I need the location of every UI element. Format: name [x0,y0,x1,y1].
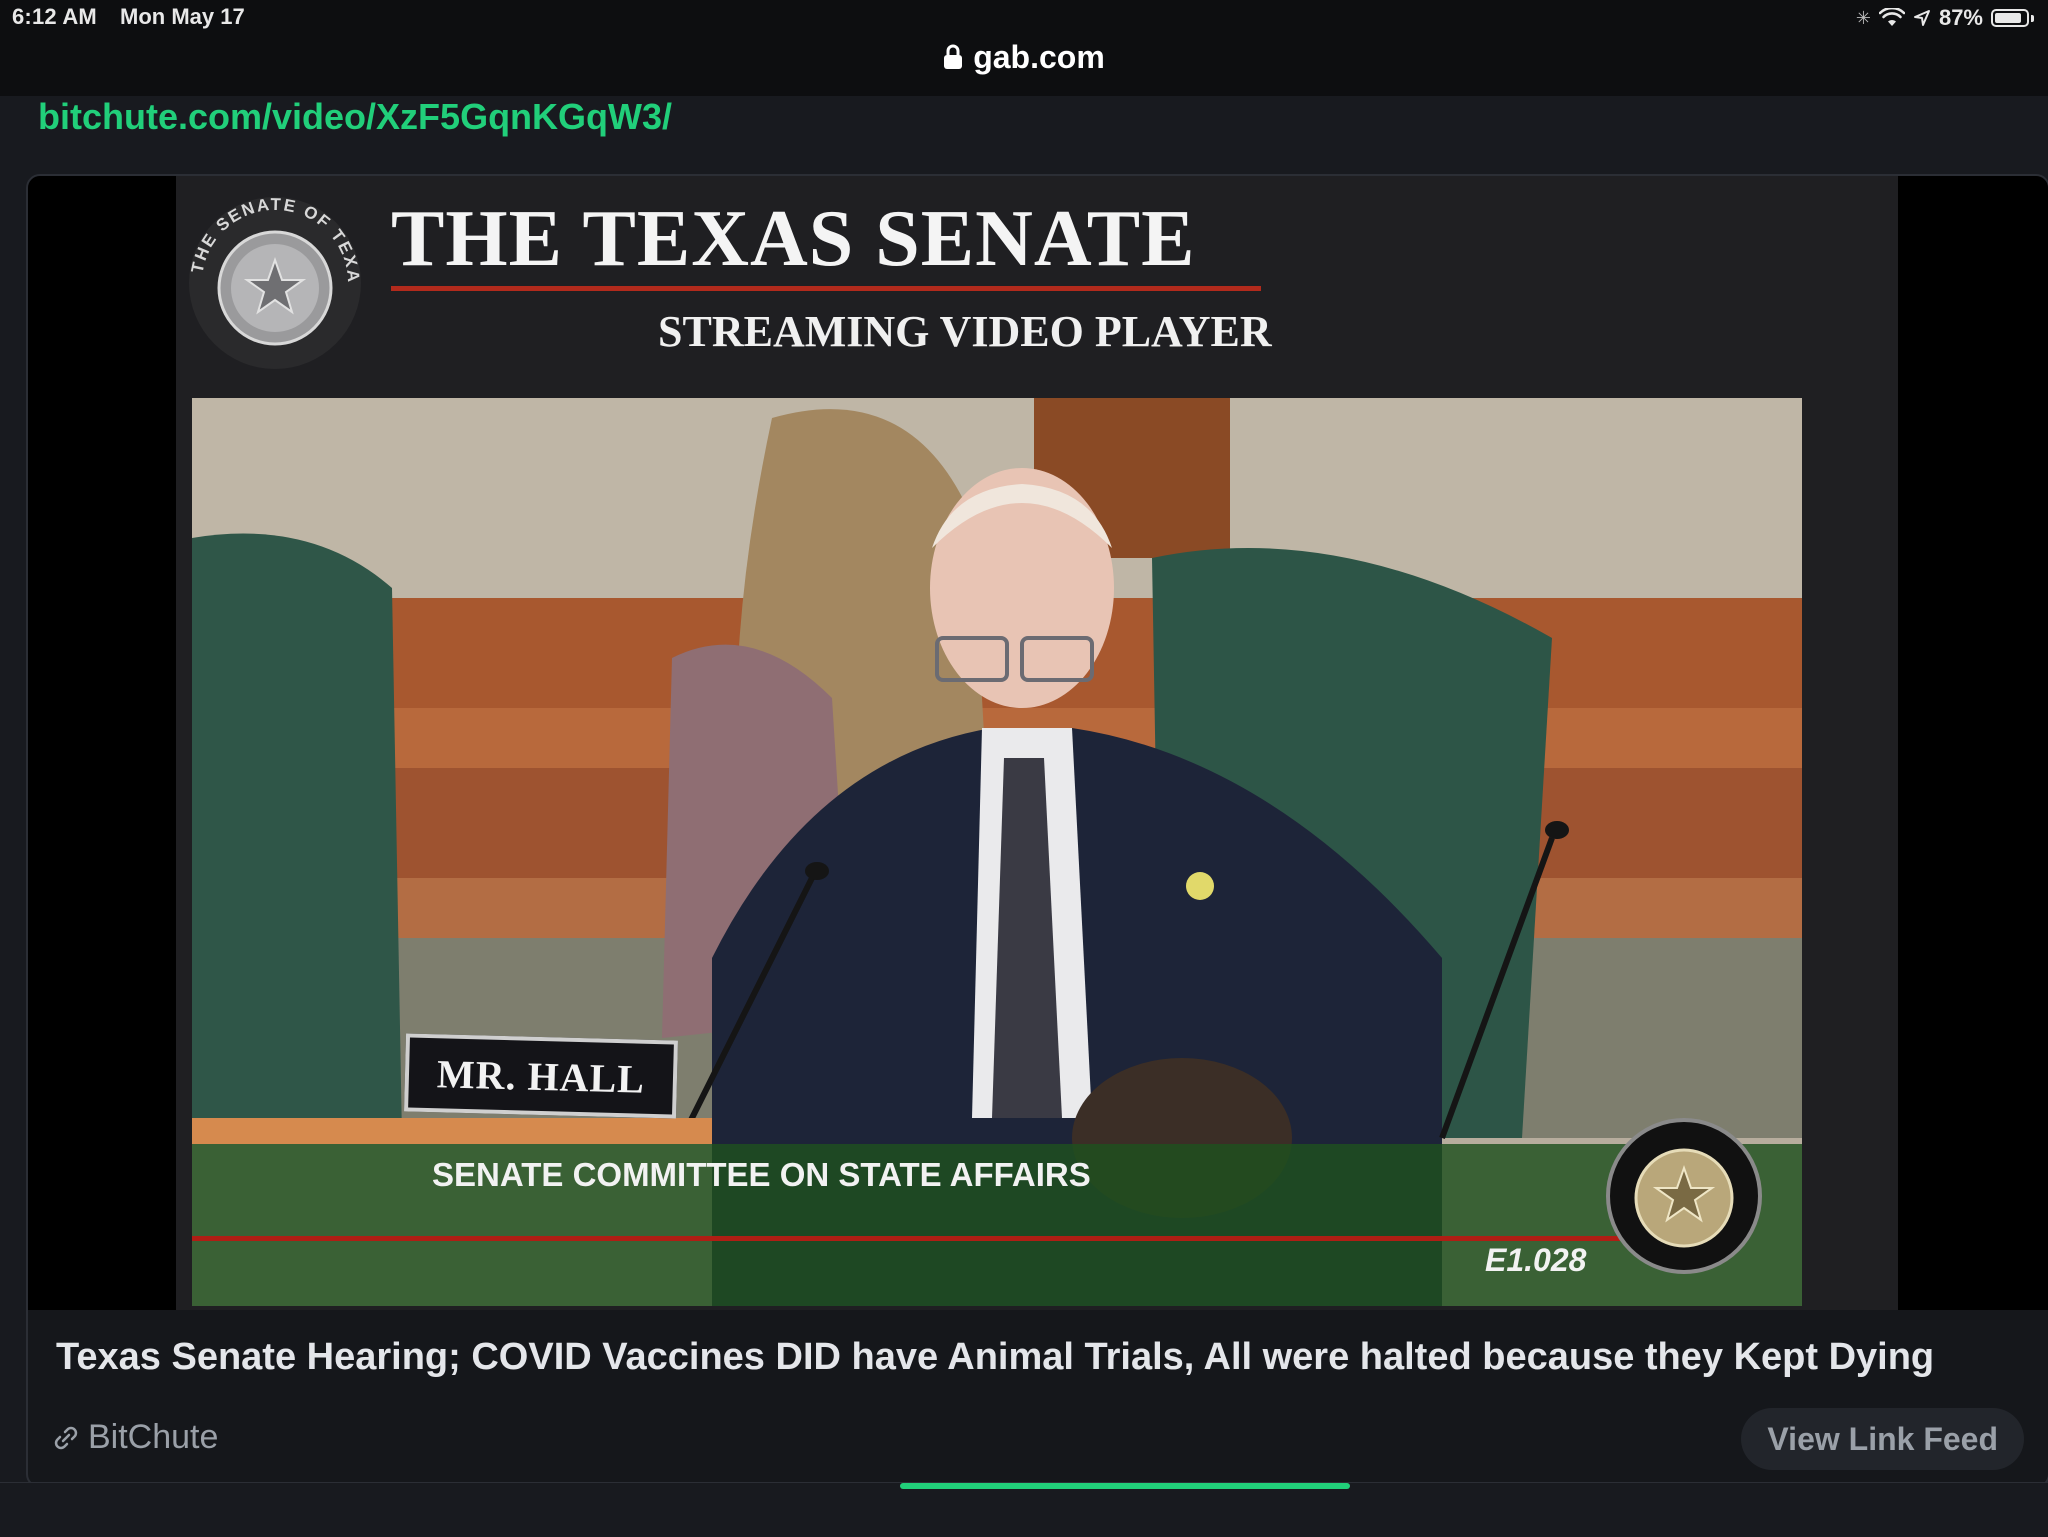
battery-icon [1991,9,2029,27]
video-header-underline [391,286,1261,291]
status-time: 6:12 AM [12,4,97,29]
wifi-icon [1878,8,1905,26]
video-scene: MR. HALL SENATE COMMITTEE ON STATE AFFAI… [192,398,1802,1306]
lower-third-text: SENATE COMMITTEE ON STATE AFFAIRS [432,1156,1091,1193]
video-header-title: THE TEXAS SENATE [391,195,1196,283]
browser-chrome: 6:12 AM Mon May 17 ✳ 87% gab.com [0,0,2048,96]
link-preview-card[interactable]: THE SENATE OF TEXAS THE TEXAS SENATE STR… [26,174,2048,1488]
video-lower-third: SENATE COMMITTEE ON STATE AFFAIRS E1.028 [192,1118,1802,1306]
view-link-feed-button[interactable]: View Link Feed [1741,1408,2024,1470]
location-arrow-icon [1913,10,1930,26]
video-thumbnail[interactable]: THE SENATE OF TEXAS THE TEXAS SENATE STR… [28,176,2048,1310]
lock-icon [944,44,963,69]
link-icon [54,1426,78,1449]
url-text: gab.com [973,38,1105,75]
card-source[interactable]: BitChute [52,1418,218,1457]
bottom-bar [0,1482,2048,1537]
battery-nub [2031,14,2034,22]
scroll-progress-indicator [900,1483,1350,1489]
status-date: Mon May 17 [120,4,245,29]
post-link[interactable]: bitchute.com/video/XzF5GqnKGqW3/ [38,96,672,138]
battery-percent: 87% [1938,5,1983,30]
senate-seal-small-icon [1606,1118,1762,1274]
status-indicators: ✳ 87% [1856,4,2034,32]
page-content: bitchute.com/video/XzF5GqnKGqW3/ THE SEN… [0,96,2048,1537]
lower-third-redline [192,1236,1632,1241]
card-title[interactable]: Texas Senate Hearing; COVID Vaccines DID… [56,1336,1934,1379]
video-header-subtitle: STREAMING VIDEO PLAYER [658,307,1272,356]
senate-seal-icon: THE SENATE OF TEXAS [180,188,361,369]
source-name: BitChute [88,1418,219,1456]
activity-spinner-icon: ✳ [1855,7,1871,28]
lower-third-code: E1.028 [1485,1242,1587,1278]
nameplate: MR. HALL [404,1033,678,1119]
address-bar[interactable]: gab.com [0,36,2048,78]
video-frame: THE SENATE OF TEXAS THE TEXAS SENATE STR… [176,176,1898,1310]
